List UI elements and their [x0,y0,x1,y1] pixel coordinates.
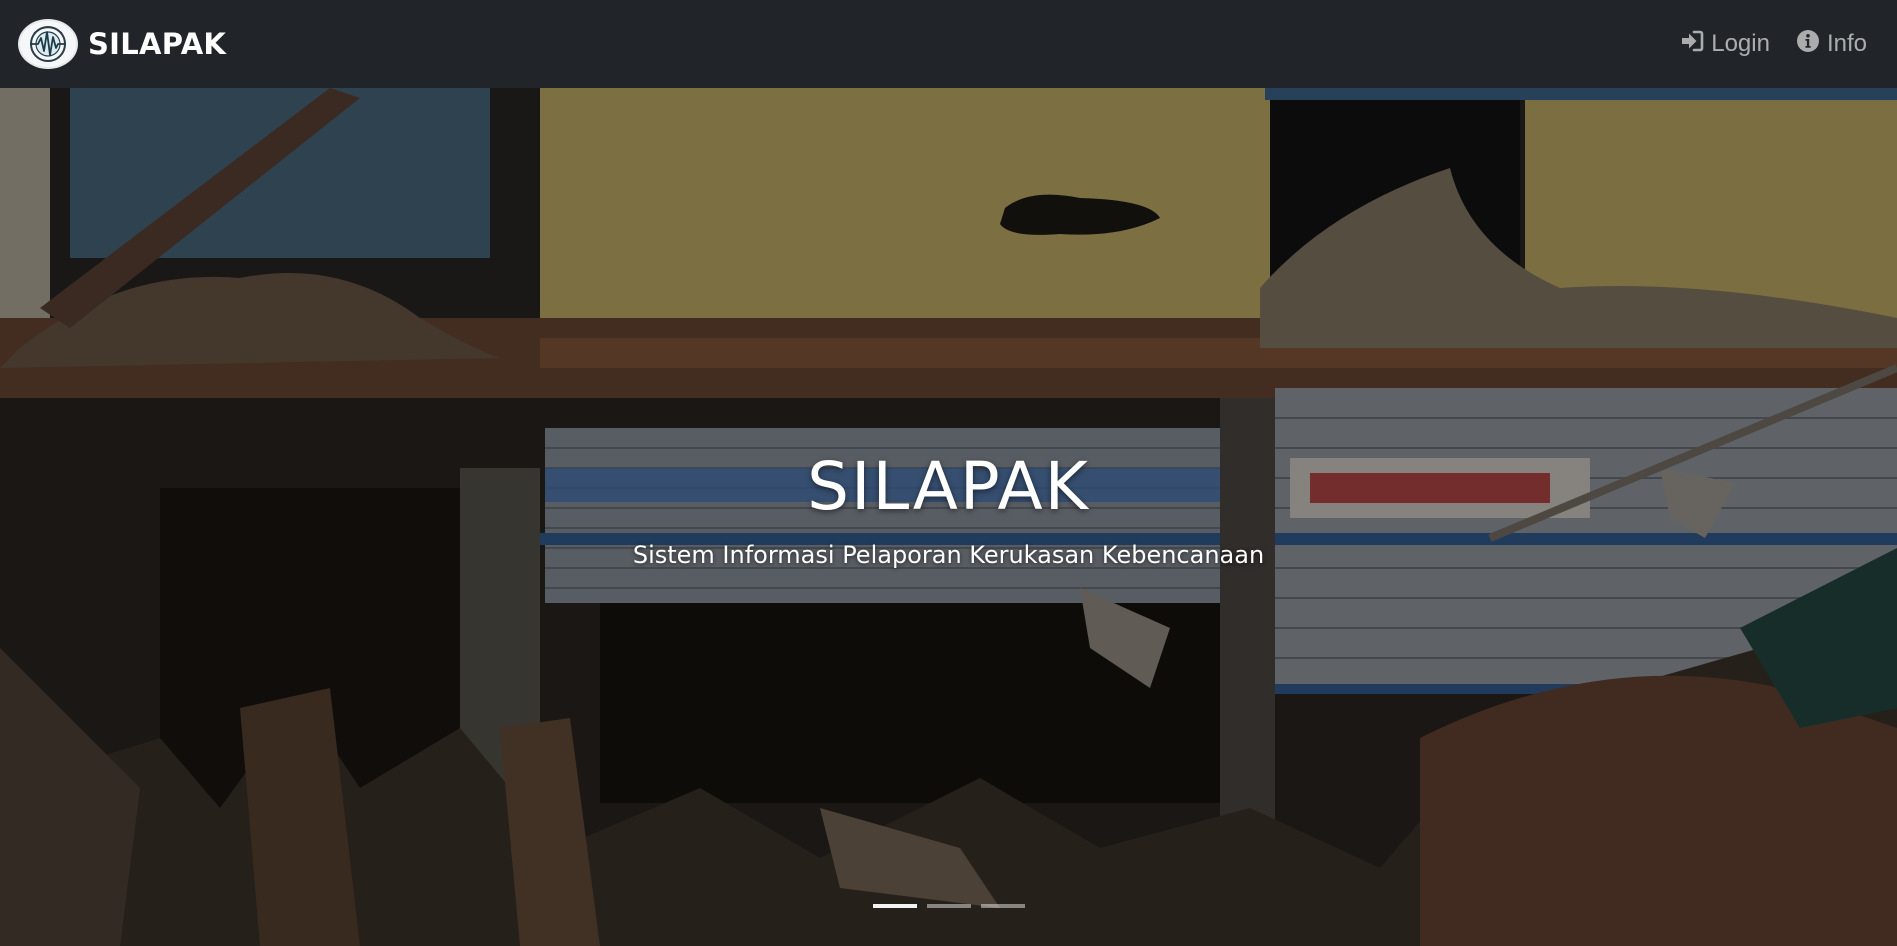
carousel-indicator-1[interactable] [872,904,917,908]
carousel-indicators [0,904,1897,908]
hero-title: SILAPAK [807,448,1090,525]
hero-carousel: SILAPAK Sistem Informasi Pelaporan Keruk… [0,88,1897,946]
carousel-indicator-2[interactable] [926,904,971,908]
carousel-indicator-3[interactable] [980,904,1025,908]
info-label: Info [1826,30,1867,57]
info-circle-icon [1796,29,1820,60]
brand-link[interactable]: SILAPAK [18,19,226,69]
brand-name: SILAPAK [88,27,227,61]
nav-links: Login Info [1680,29,1879,60]
login-label: Login [1711,30,1770,57]
navbar: SILAPAK Login Info [0,0,1897,88]
hero-subtitle: Sistem Informasi Pelaporan Kerukasan Keb… [632,541,1265,569]
info-link[interactable]: Info [1796,29,1867,60]
login-link[interactable]: Login [1680,30,1770,59]
seismograph-icon [18,19,78,69]
carousel-caption: SILAPAK Sistem Informasi Pelaporan Keruk… [0,448,1897,569]
sign-in-icon [1680,30,1704,59]
